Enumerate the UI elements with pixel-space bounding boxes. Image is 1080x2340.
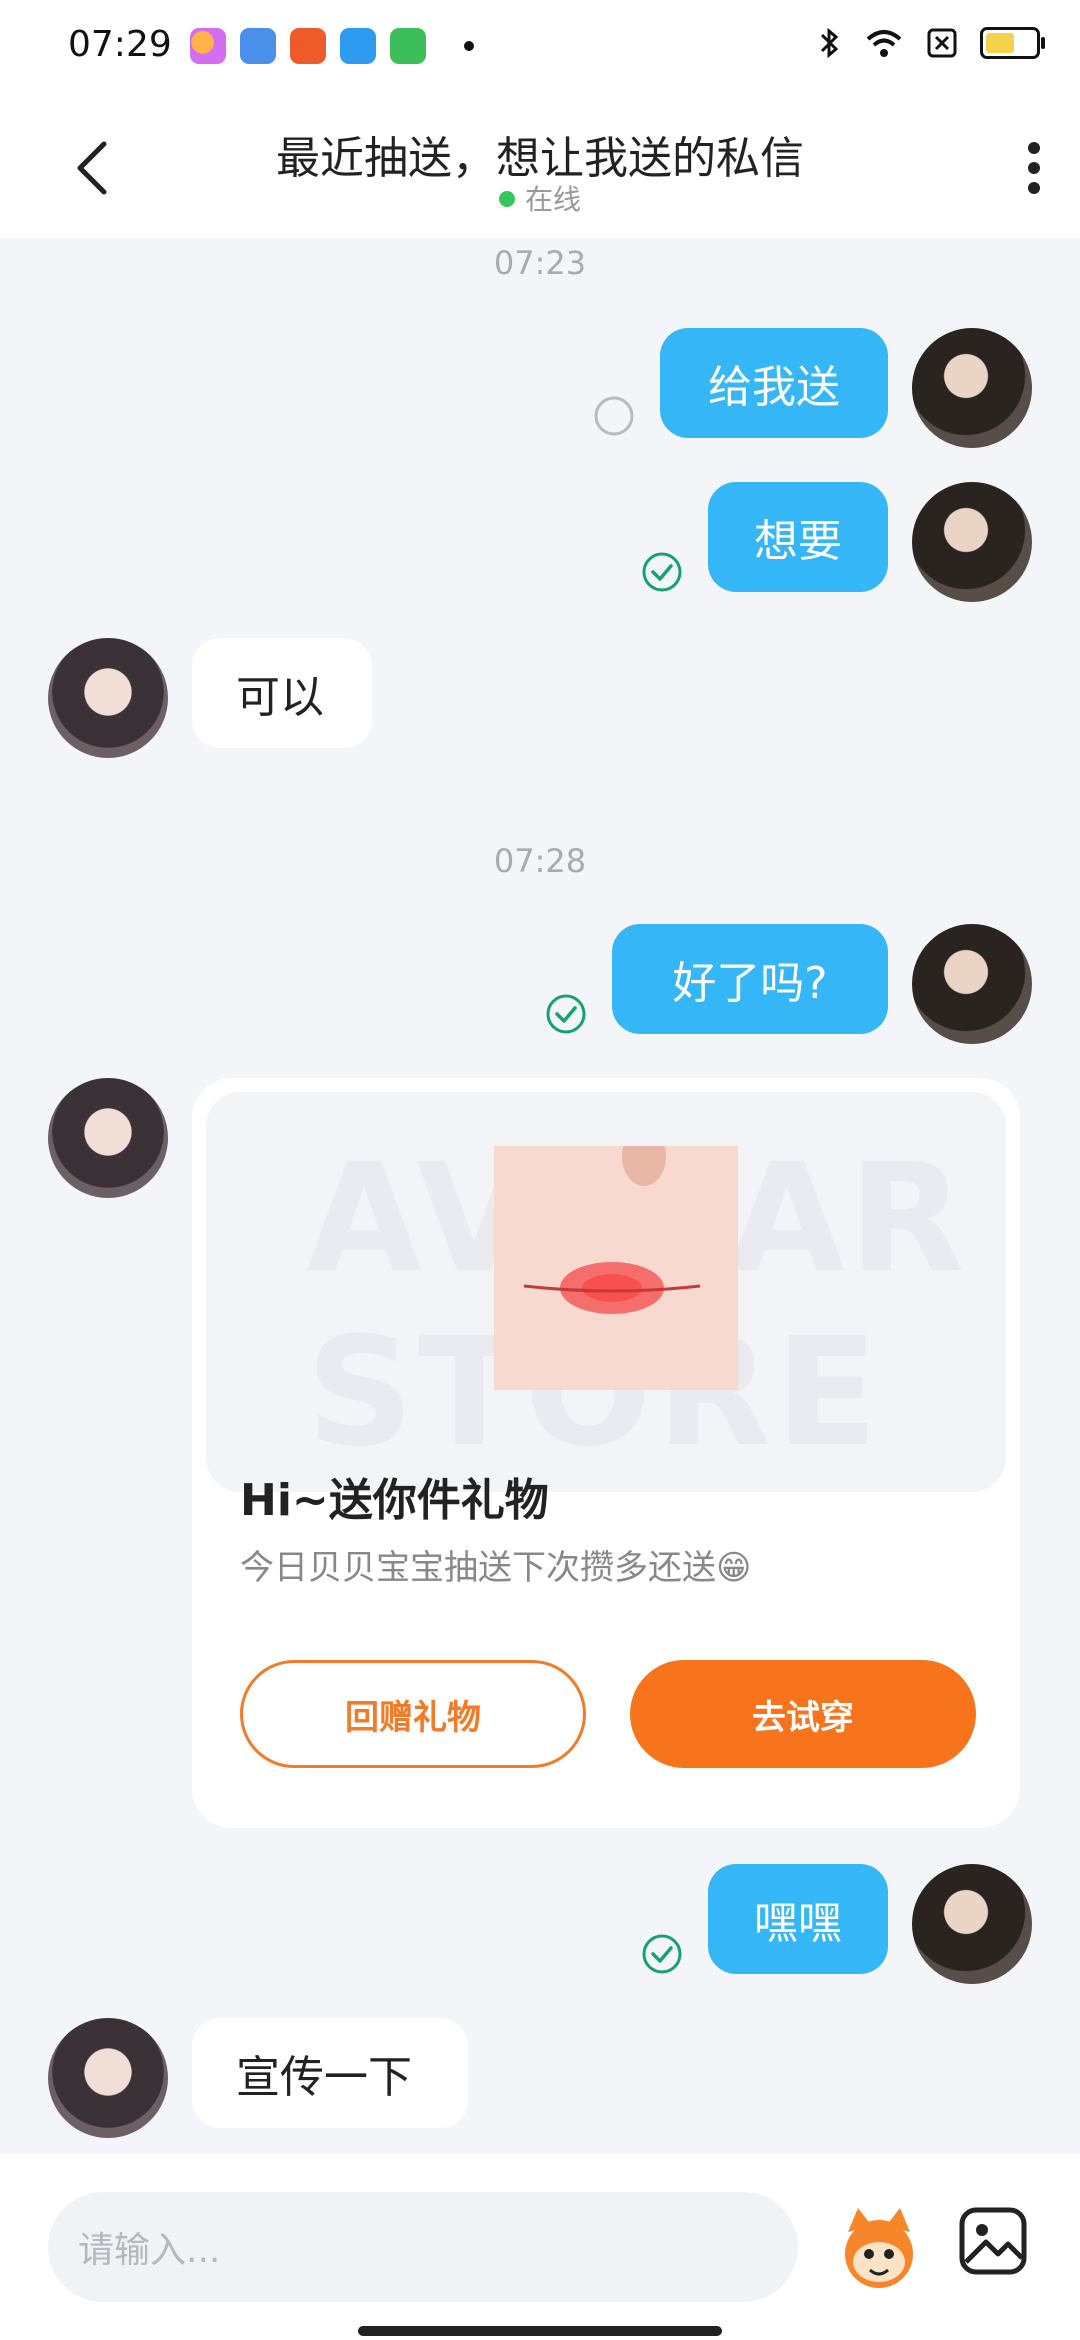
read-check-icon xyxy=(642,552,682,592)
my-message-bubble[interactable]: 想要 xyxy=(708,482,888,592)
online-dot-icon xyxy=(498,191,515,207)
contact-message-bubble[interactable]: 宣传一下 xyxy=(192,2018,468,2128)
contact-avatar[interactable] xyxy=(48,1078,168,1198)
return-gift-button[interactable]: 回赠礼物 xyxy=(240,1660,586,1768)
more-options-icon[interactable] xyxy=(1028,142,1040,194)
timestamp: 07:23 xyxy=(493,244,587,282)
lips-item-image xyxy=(494,1146,738,1390)
chat-title: 最近抽送，想让我送的私信 xyxy=(276,133,804,184)
read-check-icon xyxy=(642,1934,682,1974)
contact-avatar[interactable] xyxy=(48,638,168,758)
video-notification-icon xyxy=(290,28,326,64)
store-notification-icon xyxy=(390,28,426,64)
app-notification-icon xyxy=(190,28,226,64)
browser-notification-icon xyxy=(340,28,376,64)
my-avatar[interactable] xyxy=(912,328,1032,448)
sending-status-icon xyxy=(594,396,634,436)
my-avatar[interactable] xyxy=(912,924,1032,1044)
bluetooth-icon xyxy=(820,27,839,59)
my-avatar[interactable] xyxy=(912,482,1032,602)
my-message-bubble[interactable]: 嘿嘿 xyxy=(708,1864,888,1974)
my-message-bubble[interactable]: 给我送 xyxy=(660,328,888,438)
input-bar: 请输入... xyxy=(0,2154,1080,2340)
try-on-button[interactable]: 去试穿 xyxy=(630,1660,976,1768)
wifi-icon xyxy=(866,30,902,57)
contact-avatar[interactable] xyxy=(48,2018,168,2138)
gift-image[interactable]: AVATAR STORE xyxy=(206,1092,1006,1492)
timestamp: 07:28 xyxy=(493,842,587,880)
gift-card[interactable]: AVATAR STORE Hi~送你件礼物 今日贝贝宝宝抽送下次攒多还送😁 回赠… xyxy=(192,1078,1020,1828)
notification-icons xyxy=(190,28,474,64)
status-time: 07:29 xyxy=(68,24,172,65)
battery-icon xyxy=(980,27,1045,59)
mascot-emoji-icon[interactable] xyxy=(834,2202,924,2292)
image-picker-icon[interactable] xyxy=(958,2206,1028,2276)
online-status-label: 在线 xyxy=(524,183,581,216)
online-status: 在线 xyxy=(0,178,1080,218)
contact-message-bubble[interactable]: 可以 xyxy=(192,638,372,748)
read-check-icon xyxy=(546,994,586,1034)
more-notifications-dot xyxy=(464,41,474,51)
home-indicator[interactable] xyxy=(358,2326,722,2336)
system-icons xyxy=(818,26,1045,60)
my-avatar[interactable] xyxy=(912,1864,1032,1984)
status-bar: 07:29 xyxy=(0,0,1080,96)
my-message-bubble[interactable]: 好了吗? xyxy=(612,924,888,1034)
message-input[interactable]: 请输入... xyxy=(48,2192,798,2302)
chat-header: 最近抽送，想让我送的私信 在线 xyxy=(0,96,1080,238)
chat-notification-icon xyxy=(240,28,276,64)
gift-description: 今日贝贝宝宝抽送下次攒多还送😁 xyxy=(240,1548,752,1588)
gift-title: Hi~送你件礼物 xyxy=(240,1475,549,1526)
sim-icon xyxy=(927,28,957,58)
